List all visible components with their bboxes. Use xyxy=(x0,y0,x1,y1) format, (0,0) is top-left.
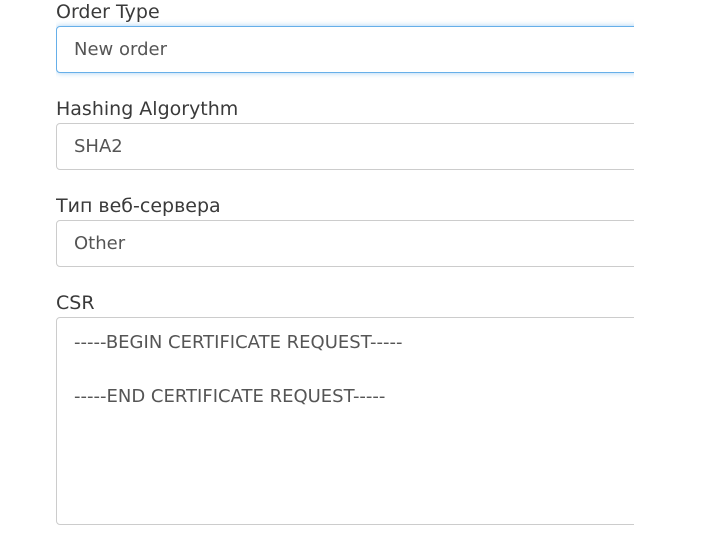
order-type-select[interactable]: New order xyxy=(56,26,634,73)
order-type-group: Order Type New order xyxy=(56,0,634,73)
hashing-algorithm-select[interactable]: SHA2 xyxy=(56,123,634,170)
csr-label: CSR xyxy=(56,292,95,314)
csr-textarea[interactable]: -----BEGIN CERTIFICATE REQUEST----- ----… xyxy=(56,317,634,525)
certificate-order-form: Order Type New order Hashing Algorythm S… xyxy=(56,0,634,525)
csr-blank-line xyxy=(74,356,634,383)
hashing-algorithm-group: Hashing Algorythm SHA2 xyxy=(56,97,634,170)
viewport: Order Type New order Hashing Algorythm S… xyxy=(0,0,712,534)
hashing-algorithm-label: Hashing Algorythm xyxy=(56,98,239,120)
web-server-type-label: Тип веб-сервера xyxy=(56,195,221,217)
csr-end-line: -----END CERTIFICATE REQUEST----- xyxy=(74,386,386,407)
csr-begin-line: -----BEGIN CERTIFICATE REQUEST----- xyxy=(74,332,403,353)
web-server-type-select[interactable]: Other xyxy=(56,220,634,267)
web-server-type-group: Тип веб-сервера Other xyxy=(56,194,634,267)
csr-group: CSR -----BEGIN CERTIFICATE REQUEST----- … xyxy=(56,291,634,525)
order-type-label: Order Type xyxy=(56,1,160,23)
